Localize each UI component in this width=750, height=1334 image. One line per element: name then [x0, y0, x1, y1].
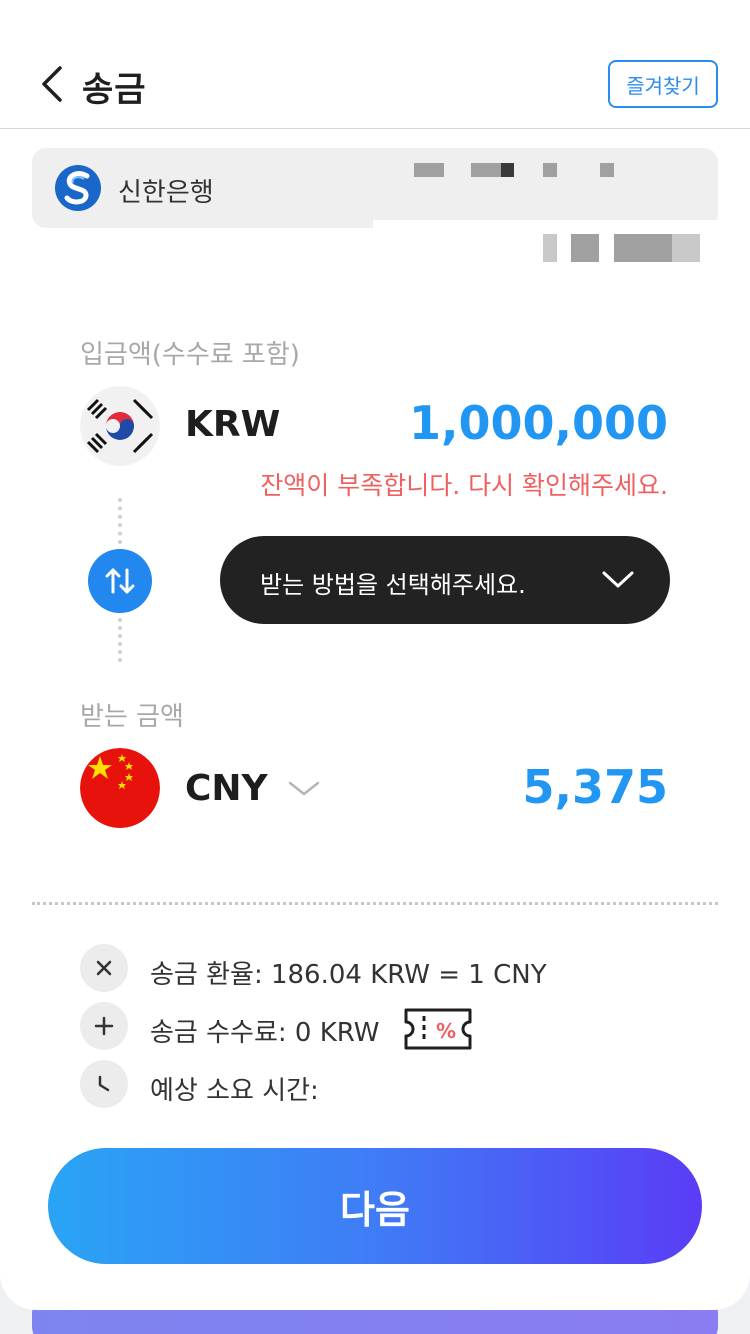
redacted-block	[571, 234, 599, 262]
page-title: 송금	[82, 70, 147, 110]
send-amount-label: 입금액(수수료 포함)	[80, 340, 300, 370]
swap-button[interactable]	[88, 549, 152, 613]
next-button[interactable]: 다음	[48, 1148, 702, 1264]
redacted-block	[543, 234, 557, 262]
bank-name: 신한은행	[118, 178, 214, 208]
favorites-button[interactable]: 즐겨찾기	[608, 60, 718, 108]
redacted-block	[600, 163, 614, 177]
chevron-down-icon	[602, 571, 634, 588]
remittance-card: 송금 즐겨찾기 신한은행 입금액(수수료 포함) KRW 1,000,000 잔…	[0, 0, 750, 1310]
exchange-rate-text: 송금 환율: 186.04 KRW = 1 CNY	[150, 960, 547, 990]
chevron-left-icon	[42, 66, 62, 102]
receive-method-dropdown[interactable]: 받는 방법을 선택해주세요.	[220, 536, 670, 624]
korea-flag-icon	[80, 386, 160, 466]
shinhan-logo-icon	[55, 165, 101, 211]
redacted-block	[614, 234, 672, 262]
receive-amount-label: 받는 금액	[80, 702, 184, 732]
account-cover	[373, 220, 718, 234]
china-flag-icon	[80, 748, 160, 828]
back-button[interactable]	[34, 62, 74, 106]
divider-dotted	[118, 498, 122, 544]
redacted-block	[543, 163, 557, 177]
receive-method-placeholder: 받는 방법을 선택해주세요.	[260, 571, 526, 599]
plus-icon	[80, 1002, 128, 1050]
receive-amount-value: 5,375	[522, 760, 668, 814]
chevron-down-icon[interactable]	[286, 774, 322, 804]
swap-arrows-icon	[105, 568, 135, 594]
coupon-icon[interactable]: %	[402, 1006, 474, 1052]
insufficient-balance-error: 잔액이 부족합니다. 다시 확인해주세요.	[260, 471, 668, 500]
header: 송금 즐겨찾기	[0, 0, 750, 129]
redacted-block	[672, 234, 700, 262]
send-amount-value[interactable]: 1,000,000	[409, 396, 668, 450]
clock-icon	[80, 1060, 128, 1108]
multiply-icon	[80, 944, 128, 992]
estimated-time-text: 예상 소요 시간:	[150, 1076, 319, 1106]
divider-dotted	[118, 618, 122, 662]
account-selector[interactable]: 신한은행	[32, 148, 718, 228]
svg-text:%: %	[436, 1019, 456, 1043]
redacted-block	[471, 163, 501, 177]
divider-dotted	[32, 902, 718, 905]
redacted-block	[414, 163, 444, 177]
fee-text: 송금 수수료: 0 KRW	[150, 1018, 380, 1048]
receive-currency: CNY	[185, 768, 268, 809]
redacted-block	[501, 163, 514, 177]
send-currency: KRW	[185, 404, 281, 445]
